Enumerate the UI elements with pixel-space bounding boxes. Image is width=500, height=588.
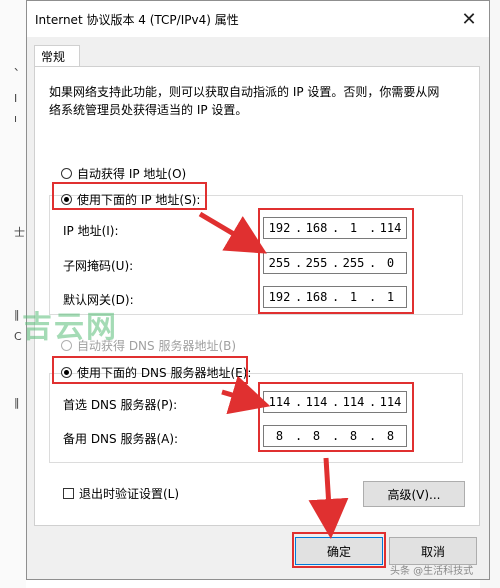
watermark-logo: 吉云网 [22, 310, 118, 345]
annotation-arrows [198, 211, 349, 539]
arrow-to-dns-fields [221, 375, 271, 415]
footer-watermark: 头条 @生活科技式 [390, 566, 474, 577]
arrow-to-ip-fields [198, 211, 267, 254]
arrow-to-ok-button [308, 457, 349, 539]
